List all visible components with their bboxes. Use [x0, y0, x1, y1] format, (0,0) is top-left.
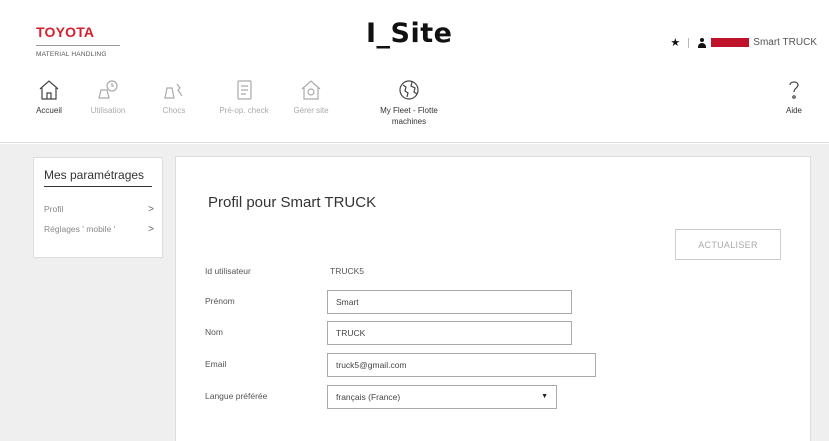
update-button[interactable]: ACTUALISER	[675, 229, 781, 260]
header: TOYOTA MATERIAL HANDLING I_Site ★ Smart …	[0, 0, 829, 143]
lastname-value: TRUCK	[336, 328, 366, 338]
manage-site-icon	[301, 80, 321, 100]
utilisation-icon	[98, 80, 118, 99]
app-title: I_Site	[366, 18, 453, 49]
settings-sidebar: Mes paramétrages Profil > Réglages ' mob…	[33, 157, 163, 258]
nav-label: Accueil	[36, 106, 62, 115]
logo-divider	[36, 45, 120, 46]
sidebar-item-label: Profil	[44, 204, 64, 214]
email-value: truck5@gmail.com	[336, 360, 407, 370]
nav-item-aide[interactable]: Aide	[780, 78, 808, 116]
language-select[interactable]: français (France) ▼	[327, 385, 557, 409]
lastname-label: Nom	[205, 327, 223, 337]
page-title: Profil pour Smart TRUCK	[208, 194, 377, 211]
globe-icon	[399, 80, 419, 100]
user-id-value: TRUCK5	[330, 266, 365, 276]
user-area: ★ Smart TRUCK	[670, 36, 817, 49]
nav-label: Aide	[785, 106, 802, 115]
nav-item-utilisation[interactable]: Utilisation	[84, 78, 132, 116]
lastname-field[interactable]: TRUCK	[327, 321, 572, 345]
sidebar-item-profil[interactable]: Profil >	[44, 204, 154, 215]
caret-down-icon: ▼	[541, 393, 548, 400]
user-name[interactable]: Smart TRUCK	[753, 37, 817, 48]
logo-main-text: TOYOTA	[36, 24, 95, 40]
nav-label: Chocs	[162, 106, 186, 115]
nav-item-preop-check[interactable]: Pré-op. check	[214, 78, 274, 116]
sidebar-title: Mes paramétrages	[44, 168, 145, 182]
home-icon	[39, 80, 59, 100]
nav-label-line2: machines	[391, 117, 427, 126]
language-label: Langue préférée	[205, 391, 268, 401]
firstname-field[interactable]: Smart	[327, 290, 572, 314]
user-id-label: Id utilisateur	[205, 266, 251, 276]
chevron-right-icon: >	[148, 204, 154, 215]
redacted-block	[711, 38, 750, 47]
checklist-icon	[237, 80, 252, 100]
email-field[interactable]: truck5@gmail.com	[327, 353, 596, 377]
nav-label: Utilisation	[90, 106, 126, 115]
nav-label: Gérer site	[293, 106, 329, 115]
email-label: Email	[205, 359, 227, 369]
nav-item-gerer-site[interactable]: Gérer site	[286, 78, 336, 116]
toyota-logo[interactable]: TOYOTA MATERIAL HANDLING	[36, 24, 120, 58]
nav-item-accueil[interactable]: Accueil	[29, 78, 69, 116]
shocks-icon	[164, 83, 183, 99]
firstname-label: Prénom	[205, 296, 235, 306]
sidebar-item-reglages-mobile[interactable]: Réglages ' mobile ' >	[44, 224, 154, 235]
profile-panel: Profil pour Smart TRUCK ACTUALISER Id ut…	[175, 156, 811, 441]
nav-label-line1: My Fleet - Flotte	[380, 106, 438, 115]
help-icon	[789, 81, 799, 99]
divider	[688, 37, 690, 48]
main-nav: Accueil Utilisation Chocs Pré-op. check	[0, 78, 829, 138]
person-icon	[697, 37, 707, 48]
sidebar-item-label: Réglages ' mobile '	[44, 224, 116, 234]
nav-item-chocs[interactable]: Chocs	[160, 78, 188, 116]
sidebar-title-underline	[44, 186, 152, 187]
logo-sub-text: MATERIAL HANDLING	[36, 51, 107, 58]
language-value: français (France)	[336, 392, 401, 402]
chevron-right-icon: >	[148, 224, 154, 235]
nav-item-my-fleet[interactable]: My Fleet - Flotte machines	[368, 78, 450, 127]
nav-label: Pré-op. check	[219, 106, 269, 115]
star-icon[interactable]: ★	[670, 36, 680, 49]
firstname-value: Smart	[336, 297, 359, 307]
